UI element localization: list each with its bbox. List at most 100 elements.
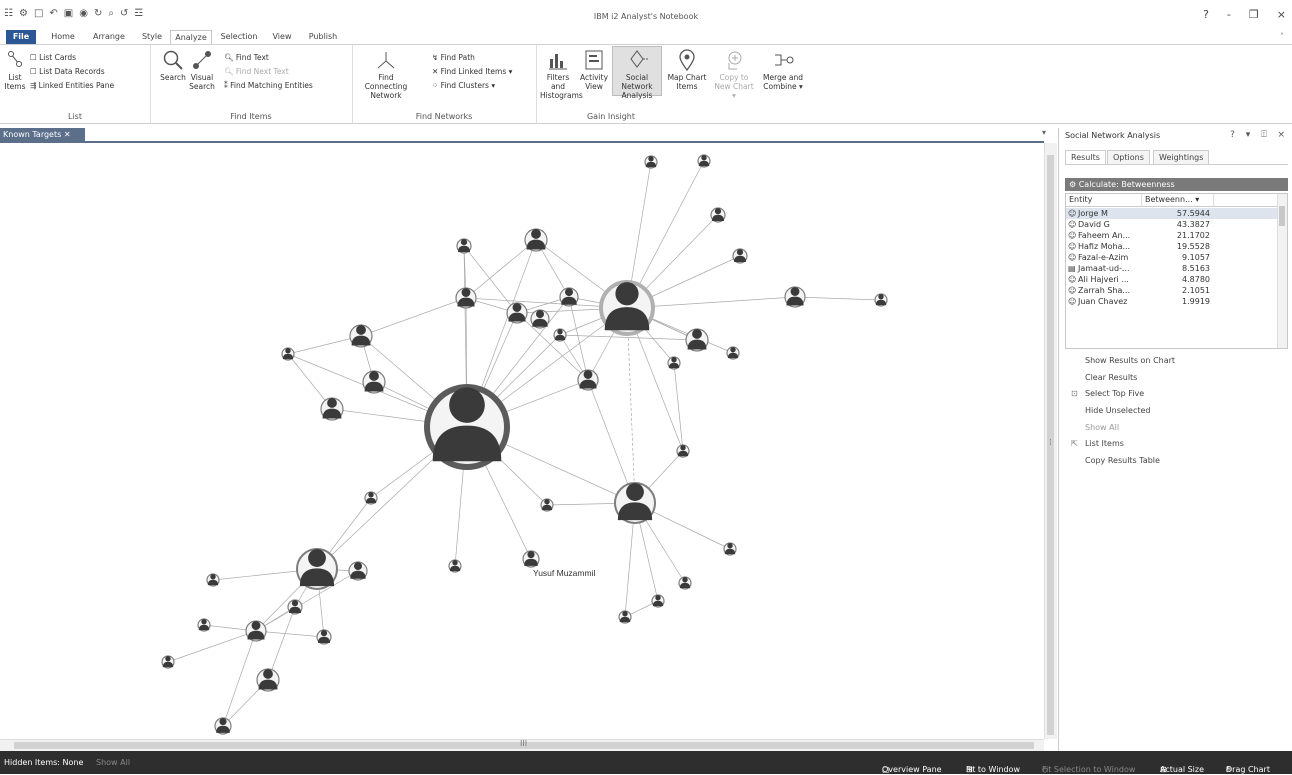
entity-node[interactable] xyxy=(553,328,567,342)
central-entity-node[interactable] xyxy=(424,384,510,470)
list-items-link[interactable]: ⇱ List Items xyxy=(1071,439,1124,448)
entity-node[interactable] xyxy=(245,620,267,642)
tab-publish[interactable]: Publish xyxy=(304,30,342,44)
entity-node[interactable] xyxy=(644,155,658,169)
list-items-button[interactable]: List Items xyxy=(4,49,26,91)
linked-entities-pane-button[interactable]: ⇶ Linked Entities Pane xyxy=(30,81,114,90)
entity-node[interactable] xyxy=(455,287,477,309)
entity-node[interactable] xyxy=(710,207,726,223)
link-line[interactable] xyxy=(794,296,882,301)
results-scroll-thumb[interactable] xyxy=(1279,206,1285,226)
link-line[interactable] xyxy=(516,312,589,381)
entity-node[interactable] xyxy=(349,324,373,348)
table-row[interactable]: ☺ Jorge M 57.5944 xyxy=(1066,208,1278,219)
minimize-button[interactable]: - xyxy=(1227,8,1231,21)
clear-results-link[interactable]: Clear Results xyxy=(1085,373,1137,382)
entity-node[interactable] xyxy=(524,228,548,252)
list-data-records-button[interactable]: ☐ List Data Records xyxy=(30,67,105,76)
social-network-analysis-button[interactable]: Social Network Analysis xyxy=(612,46,662,100)
chart-canvas[interactable]: Yusuf Muzammil xyxy=(0,143,1044,739)
help-button[interactable]: ? xyxy=(1203,8,1209,21)
table-row[interactable]: ☺ David G 43.3827 xyxy=(1066,219,1278,230)
document-tab[interactable]: Known Targets ✕ xyxy=(0,128,85,141)
column-entity[interactable]: Entity xyxy=(1066,194,1142,206)
column-betweenness[interactable]: Betweenn... ▾ xyxy=(1142,194,1214,206)
entity-node[interactable] xyxy=(697,154,711,168)
entity-node[interactable] xyxy=(522,550,540,568)
entity-node[interactable] xyxy=(614,482,656,524)
results-scrollbar[interactable] xyxy=(1277,194,1287,348)
entity-node[interactable] xyxy=(577,369,599,391)
entity-node[interactable] xyxy=(206,573,220,587)
table-row[interactable]: ☺ Hafiz Moha... 19.5528 xyxy=(1066,241,1278,252)
close-button[interactable]: × xyxy=(1277,8,1286,21)
tab-selection[interactable]: Selection xyxy=(216,30,262,44)
entity-node[interactable] xyxy=(320,397,344,421)
entity-node[interactable] xyxy=(197,618,211,632)
entity-node[interactable] xyxy=(281,347,295,361)
entity-node[interactable] xyxy=(726,346,740,360)
entity-node[interactable] xyxy=(784,286,806,308)
collapse-ribbon-button[interactable]: ˄ xyxy=(1276,30,1288,44)
link-line[interactable] xyxy=(568,296,589,381)
tab-view[interactable]: View xyxy=(268,30,296,44)
find-path-button[interactable]: ↯ Find Path xyxy=(432,53,475,62)
link-line[interactable] xyxy=(167,630,257,663)
activity-view-button[interactable]: Activity View xyxy=(580,49,608,91)
show-results-on-chart-link[interactable]: Show Results on Chart xyxy=(1085,356,1175,365)
entity-node[interactable] xyxy=(296,548,338,590)
visual-search-button[interactable]: Visual Search xyxy=(188,49,216,91)
find-connecting-network-button[interactable]: Find Connecting Network xyxy=(356,49,416,100)
list-cards-button[interactable]: ☐ List Cards xyxy=(30,53,76,62)
pane-controls[interactable]: ? ▾ ⍐ × xyxy=(1230,130,1289,140)
entity-node[interactable] xyxy=(456,238,472,254)
table-row[interactable]: ☺ Juan Chavez 1.9919 xyxy=(1066,296,1278,307)
entity-node[interactable] xyxy=(599,280,655,336)
show-all-link[interactable]: Show All xyxy=(1085,423,1119,432)
show-all-status-link[interactable]: Show All xyxy=(96,758,130,767)
entity-node[interactable] xyxy=(316,629,332,645)
table-row[interactable]: ▤ Jamaat-ud-... 8.5163 xyxy=(1066,263,1278,274)
find-matching-entities-button[interactable]: ⁑ Find Matching Entities xyxy=(224,81,313,90)
find-clusters-button[interactable]: ⁘ Find Clusters ▾ xyxy=(432,81,495,90)
entity-node[interactable] xyxy=(348,561,368,581)
tab-analyze[interactable]: Analyze xyxy=(170,30,212,44)
hide-unselected-link[interactable]: Hide Unselected xyxy=(1085,406,1150,415)
find-text-button[interactable]: 🔍︎ Find Text xyxy=(224,53,269,62)
merge-and-combine-button[interactable]: Merge and Combine ▾ xyxy=(762,49,804,91)
restore-button[interactable]: ❐ xyxy=(1249,8,1259,21)
entity-node[interactable] xyxy=(732,248,748,264)
entity-node[interactable] xyxy=(214,717,232,735)
pane-splitter-grip[interactable]: ⁞ xyxy=(1049,438,1052,448)
select-top-five-link[interactable]: ⊡ Select Top Five xyxy=(1071,389,1144,398)
filters-histograms-button[interactable]: Filters and Histograms xyxy=(540,49,583,100)
find-next-text-button[interactable]: 🔍︎ Find Next Text xyxy=(224,67,289,76)
entity-node[interactable] xyxy=(723,542,737,556)
table-row[interactable]: ☺ Faheem An... 21.1702 xyxy=(1066,230,1278,241)
link-line[interactable] xyxy=(222,630,257,727)
find-linked-items-button[interactable]: ✕ Find Linked Items ▾ xyxy=(432,67,512,76)
entity-node[interactable] xyxy=(362,370,386,394)
entity-node[interactable] xyxy=(685,328,709,352)
entity-node[interactable] xyxy=(287,599,303,615)
tab-style[interactable]: Style xyxy=(138,30,166,44)
tab-file[interactable]: File xyxy=(6,30,36,44)
entity-node[interactable] xyxy=(506,302,528,324)
table-row[interactable]: ☺ Fazal-e-Azim 9.1057 xyxy=(1066,252,1278,263)
entity-node[interactable] xyxy=(874,293,888,307)
link-line[interactable] xyxy=(267,606,296,681)
entity-node[interactable] xyxy=(678,576,692,590)
tab-options[interactable]: Options xyxy=(1107,150,1150,164)
calculate-button[interactable]: ⚙︎ Calculate: Betweenness xyxy=(1065,178,1288,191)
entity-node[interactable] xyxy=(676,444,690,458)
copy-results-table-link[interactable]: Copy Results Table xyxy=(1085,456,1160,465)
entity-node[interactable] xyxy=(530,309,550,329)
entity-node[interactable] xyxy=(364,491,378,505)
entity-node[interactable] xyxy=(651,594,665,608)
tab-home[interactable]: Home xyxy=(46,30,80,44)
link-line[interactable] xyxy=(673,362,684,452)
entity-node[interactable] xyxy=(448,559,462,573)
document-menu-arrow[interactable]: ▾ xyxy=(1042,128,1046,137)
map-chart-items-button[interactable]: Map Chart Items xyxy=(666,49,708,91)
search-button[interactable]: Search xyxy=(160,49,186,82)
